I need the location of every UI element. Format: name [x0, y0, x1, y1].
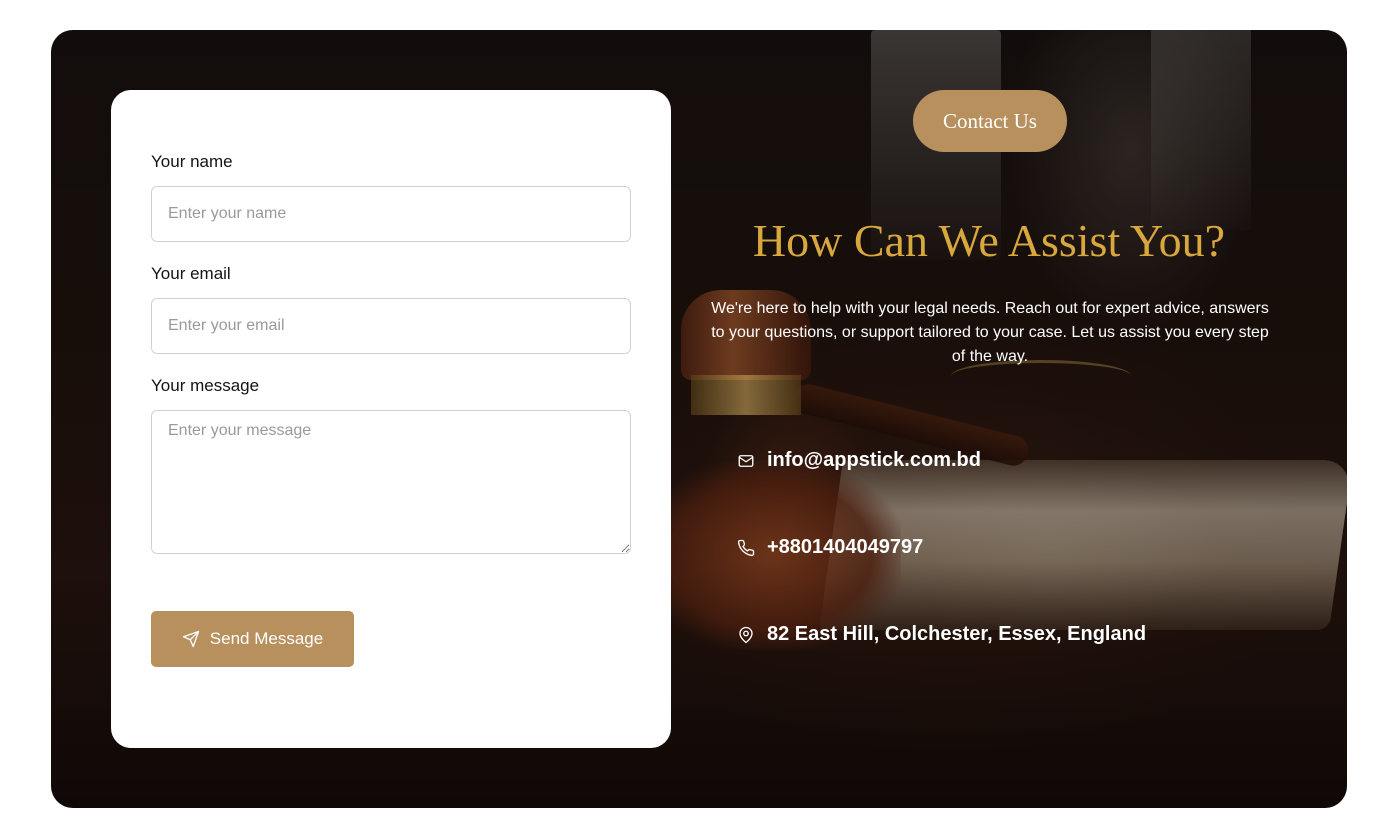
- intro-text: We're here to help with your legal needs…: [711, 300, 1269, 365]
- background-gavel-band: [691, 375, 801, 415]
- name-input[interactable]: [151, 186, 631, 242]
- background-scale-of-justice: [951, 360, 1131, 440]
- location-pin-icon: [739, 626, 753, 643]
- contact-email-row[interactable]: info@appstick.com.bd: [737, 449, 981, 472]
- name-label: Your name: [151, 152, 233, 171]
- contact-us-badge[interactable]: Contact Us: [913, 90, 1067, 152]
- contact-email[interactable]: info@appstick.com.bd: [767, 449, 981, 472]
- contact-phone[interactable]: +8801404049797: [767, 536, 923, 559]
- message-label: Your message: [151, 376, 260, 395]
- contact-phone-row[interactable]: +8801404049797: [737, 536, 923, 559]
- send-message-label: Send Message: [209, 629, 324, 648]
- background-window-light: [1151, 30, 1251, 230]
- send-icon: [182, 630, 199, 648]
- contact-form: Your name Your email Your message Send M…: [111, 90, 671, 748]
- contact-address-row: 82 East Hill, Colchester, Essex, England: [737, 623, 1146, 646]
- phone-icon: [737, 539, 755, 556]
- email-input[interactable]: [151, 298, 631, 354]
- mail-icon: [738, 454, 754, 467]
- contact-address: 82 East Hill, Colchester, Essex, England: [767, 623, 1147, 645]
- send-message-button[interactable]: Send Message: [151, 611, 354, 667]
- email-label: Your email: [151, 264, 231, 283]
- message-textarea[interactable]: [151, 410, 631, 554]
- page-heading: How Can We Assist You?: [752, 215, 1226, 266]
